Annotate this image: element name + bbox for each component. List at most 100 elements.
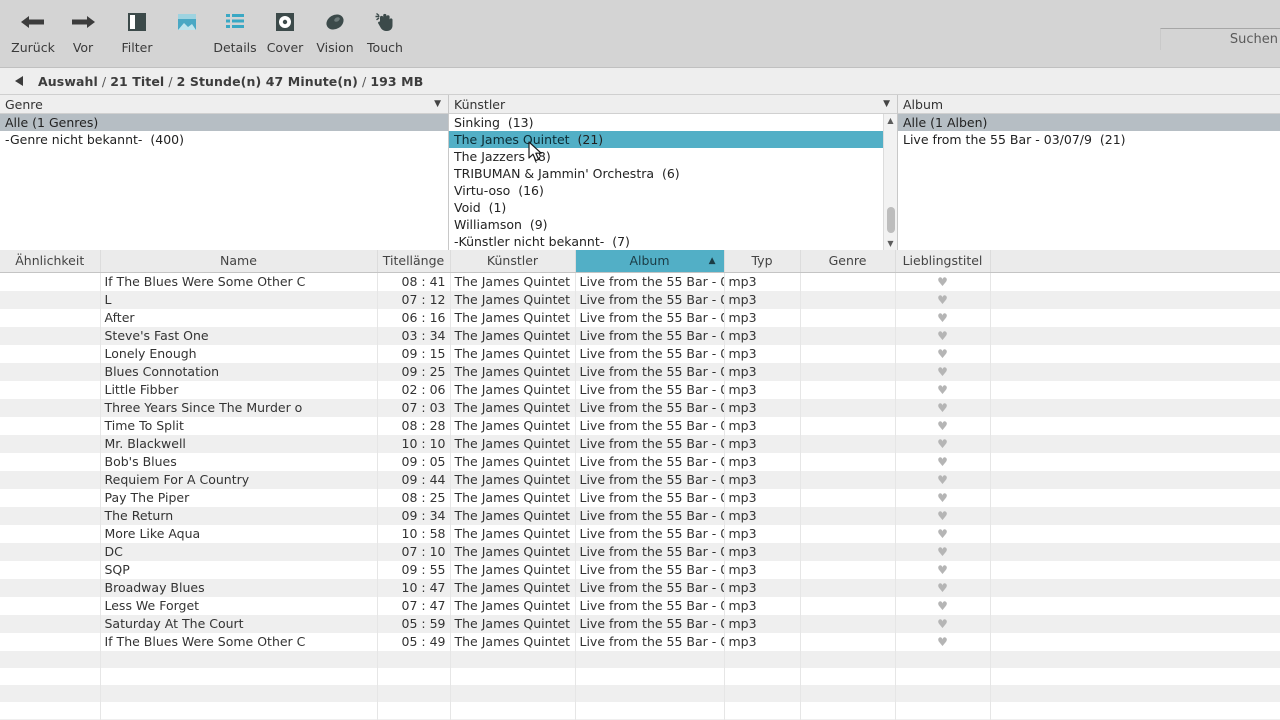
table-row[interactable]: Three Years Since The Murder o 07 : 03 The… xyxy=(0,398,1280,417)
cell-pad xyxy=(990,398,1280,417)
table-row[interactable]: Time To Split 08 : 28 The James Quintet Liv… xyxy=(0,416,1280,435)
table-row[interactable]: Saturday At The Court 05 : 59 The James Qu… xyxy=(0,614,1280,633)
toolbar-views-group: Details Cover Vision Touch xyxy=(210,0,410,68)
cell-artist: The James Quintet xyxy=(450,542,576,561)
cell-favorite: ♥ xyxy=(895,452,991,471)
cell-type: mp3 xyxy=(724,596,801,615)
table-row[interactable]: Steve's Fast One 03 : 34 The James Quintet… xyxy=(0,326,1280,345)
filter-list-item[interactable]: The Jazzers (8) xyxy=(449,148,897,165)
table-row[interactable]: Blues Connotation 09 : 25 The James Quinte… xyxy=(0,362,1280,381)
details-list-icon xyxy=(223,8,247,36)
filter-list-item[interactable]: Virtu-oso (16) xyxy=(449,182,897,199)
cell-name: Lonely Enough xyxy=(100,344,378,363)
filter-pane-header[interactable]: Album xyxy=(898,95,1280,114)
touch-view-button[interactable]: Touch xyxy=(360,0,410,64)
heart-icon[interactable]: ♥ xyxy=(937,329,948,343)
column-header-type[interactable]: Typ xyxy=(724,250,801,273)
column-header-artist[interactable]: Künstler xyxy=(450,250,576,273)
heart-icon[interactable]: ♥ xyxy=(937,383,948,397)
table-row[interactable]: After 06 : 16 The James Quintet Live from t… xyxy=(0,308,1280,327)
column-header-pad[interactable] xyxy=(990,250,1280,273)
heart-icon[interactable]: ♥ xyxy=(937,419,948,433)
heart-icon[interactable]: ♥ xyxy=(937,599,948,613)
filter-list-item[interactable]: Alle (1 Alben) xyxy=(898,114,1280,131)
heart-icon[interactable]: ♥ xyxy=(937,455,948,469)
cell-name: If The Blues Were Some Other C xyxy=(100,632,378,651)
back-button[interactable]: Zurück xyxy=(8,0,58,64)
arrow-left-icon xyxy=(20,8,46,36)
chevron-down-icon[interactable]: ▼ xyxy=(883,99,893,109)
cell-similarity xyxy=(0,560,101,579)
scroll-up-icon[interactable]: ▲ xyxy=(884,114,897,127)
filter-list-item[interactable]: TRIBUMAN & Jammin' Orchestra (6) xyxy=(449,165,897,182)
filter-list-item[interactable]: Live from the 55 Bar - 03/07/9 (21) xyxy=(898,131,1280,148)
heart-icon[interactable]: ♥ xyxy=(937,581,948,595)
column-header-genre[interactable]: Genre xyxy=(800,250,896,273)
heart-icon[interactable]: ♥ xyxy=(937,275,948,289)
filter-cover-button[interactable] xyxy=(162,0,212,64)
forward-button[interactable]: Vor xyxy=(58,0,108,64)
column-header-album[interactable]: Album ▲ xyxy=(575,250,725,273)
table-row[interactable]: If The Blues Were Some Other C 08 : 41 The… xyxy=(0,272,1280,291)
column-header-favorite[interactable]: Lieblingstitel xyxy=(895,250,991,273)
heart-icon[interactable]: ♥ xyxy=(937,365,948,379)
table-row[interactable]: Pay The Piper 08 : 25 The James Quintet Liv… xyxy=(0,488,1280,507)
table-row[interactable]: DC 07 : 10 The James Quintet Live from the … xyxy=(0,542,1280,561)
table-row[interactable]: Less We Forget 07 : 47 The James Quintet Li… xyxy=(0,596,1280,615)
table-row[interactable]: Requiem For A Country 09 : 44 The James Qu… xyxy=(0,470,1280,489)
heart-icon[interactable]: ♥ xyxy=(937,347,948,361)
breadcrumb-back-button[interactable] xyxy=(8,75,30,87)
table-row[interactable]: SQP 09 : 55 The James Quintet Live from the… xyxy=(0,560,1280,579)
table-row-empty xyxy=(0,684,1280,702)
chevron-down-icon[interactable]: ▼ xyxy=(434,99,444,109)
heart-icon[interactable]: ♥ xyxy=(937,635,948,649)
cell-similarity xyxy=(0,362,101,381)
table-row[interactable]: L 07 : 12 The James Quintet Live from the 5… xyxy=(0,290,1280,309)
table-row[interactable]: Little Fibber 02 : 06 The James Quintet Liv… xyxy=(0,380,1280,399)
heart-icon[interactable]: ♥ xyxy=(937,509,948,523)
cell-favorite xyxy=(895,667,991,685)
heart-icon[interactable]: ♥ xyxy=(937,311,948,325)
table-row[interactable]: Bob's Blues 09 : 05 The James Quintet Live … xyxy=(0,452,1280,471)
cell-similarity xyxy=(0,344,101,363)
heart-icon[interactable]: ♥ xyxy=(937,491,948,505)
column-header-length[interactable]: Titellänge xyxy=(377,250,451,273)
table-row[interactable]: Mr. Blackwell 10 : 10 The James Quintet Liv… xyxy=(0,434,1280,453)
scrollbar-thumb[interactable] xyxy=(887,207,895,233)
cover-view-button[interactable]: Cover xyxy=(260,0,310,64)
column-header-similarity[interactable]: Ähnlichkeit xyxy=(0,250,101,273)
filter-list-item[interactable]: -Künstler nicht bekannt- (7) xyxy=(449,233,897,250)
heart-icon[interactable]: ♥ xyxy=(937,545,948,559)
filter-pane-header[interactable]: Künstler ▼ xyxy=(449,95,897,114)
cell-type: mp3 xyxy=(724,452,801,471)
heart-icon[interactable]: ♥ xyxy=(937,563,948,577)
filter-list-item[interactable]: Void (1) xyxy=(449,199,897,216)
filter-pane-header[interactable]: Genre ▼ xyxy=(0,95,448,114)
filter-pane-scrollbar[interactable]: ▲ ▼ xyxy=(883,114,897,250)
details-view-button[interactable]: Details xyxy=(210,0,260,64)
table-row[interactable]: Lonely Enough 09 : 15 The James Quintet Liv… xyxy=(0,344,1280,363)
heart-icon[interactable]: ♥ xyxy=(937,401,948,415)
search-input[interactable]: Suchen xyxy=(1160,28,1280,50)
heart-icon[interactable]: ♥ xyxy=(937,473,948,487)
table-row[interactable]: More Like Aqua 10 : 58 The James Quintet Li… xyxy=(0,524,1280,543)
table-body: If The Blues Were Some Other C 08 : 41 The… xyxy=(0,272,1280,720)
filter-list-item[interactable]: Sinking (13) xyxy=(449,114,897,131)
table-row[interactable]: If The Blues Were Some Other C 05 : 49 The… xyxy=(0,632,1280,651)
heart-icon[interactable]: ♥ xyxy=(937,437,948,451)
heart-icon[interactable]: ♥ xyxy=(937,617,948,631)
column-header-name[interactable]: Name xyxy=(100,250,378,273)
filter-panel-button[interactable]: Filter xyxy=(112,0,162,64)
filter-list-item[interactable]: Alle (1 Genres) xyxy=(0,114,448,131)
vision-view-button[interactable]: Vision xyxy=(310,0,360,64)
heart-icon[interactable]: ♥ xyxy=(937,527,948,541)
filter-list-item[interactable]: -Genre nicht bekannt- (400) xyxy=(0,131,448,148)
table-row[interactable]: The Return 09 : 34 The James Quintet Live f… xyxy=(0,506,1280,525)
filter-list-item[interactable]: The James Quintet (21) xyxy=(449,131,897,148)
filter-list-item[interactable]: Williamson (9) xyxy=(449,216,897,233)
scroll-down-icon[interactable]: ▼ xyxy=(884,237,897,250)
cell-favorite: ♥ xyxy=(895,524,991,543)
table-row[interactable]: Broadway Blues 10 : 47 The James Quintet Li… xyxy=(0,578,1280,597)
cell-album: Live from the 55 Bar - 03... xyxy=(575,416,725,435)
heart-icon[interactable]: ♥ xyxy=(937,293,948,307)
